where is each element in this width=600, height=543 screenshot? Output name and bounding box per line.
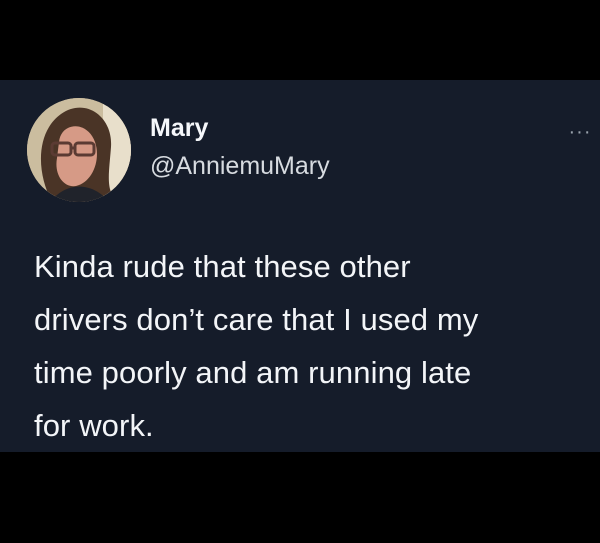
screenshot-page: Mary @AnniemuMary ··· Kinda rude that th…	[0, 0, 600, 543]
author-name[interactable]: Mary	[150, 116, 208, 141]
tweet-text: Kinda rude that these other drivers don’…	[34, 240, 584, 452]
avatar-image	[27, 98, 131, 202]
tweet-text-line: time poorly and am running late	[34, 355, 472, 390]
author-handle[interactable]: @AnniemuMary	[150, 154, 330, 179]
more-options-button[interactable]: ···	[566, 121, 594, 143]
tweet-text-line: for work.	[34, 408, 154, 443]
tweet-text-line: Kinda rude that these other	[34, 249, 411, 284]
tweet-text-line: drivers don’t care that I used my	[34, 302, 479, 337]
more-options-icon: ···	[568, 121, 592, 143]
profile-avatar[interactable]	[27, 98, 131, 202]
tweet-card: Mary @AnniemuMary ··· Kinda rude that th…	[0, 80, 600, 452]
